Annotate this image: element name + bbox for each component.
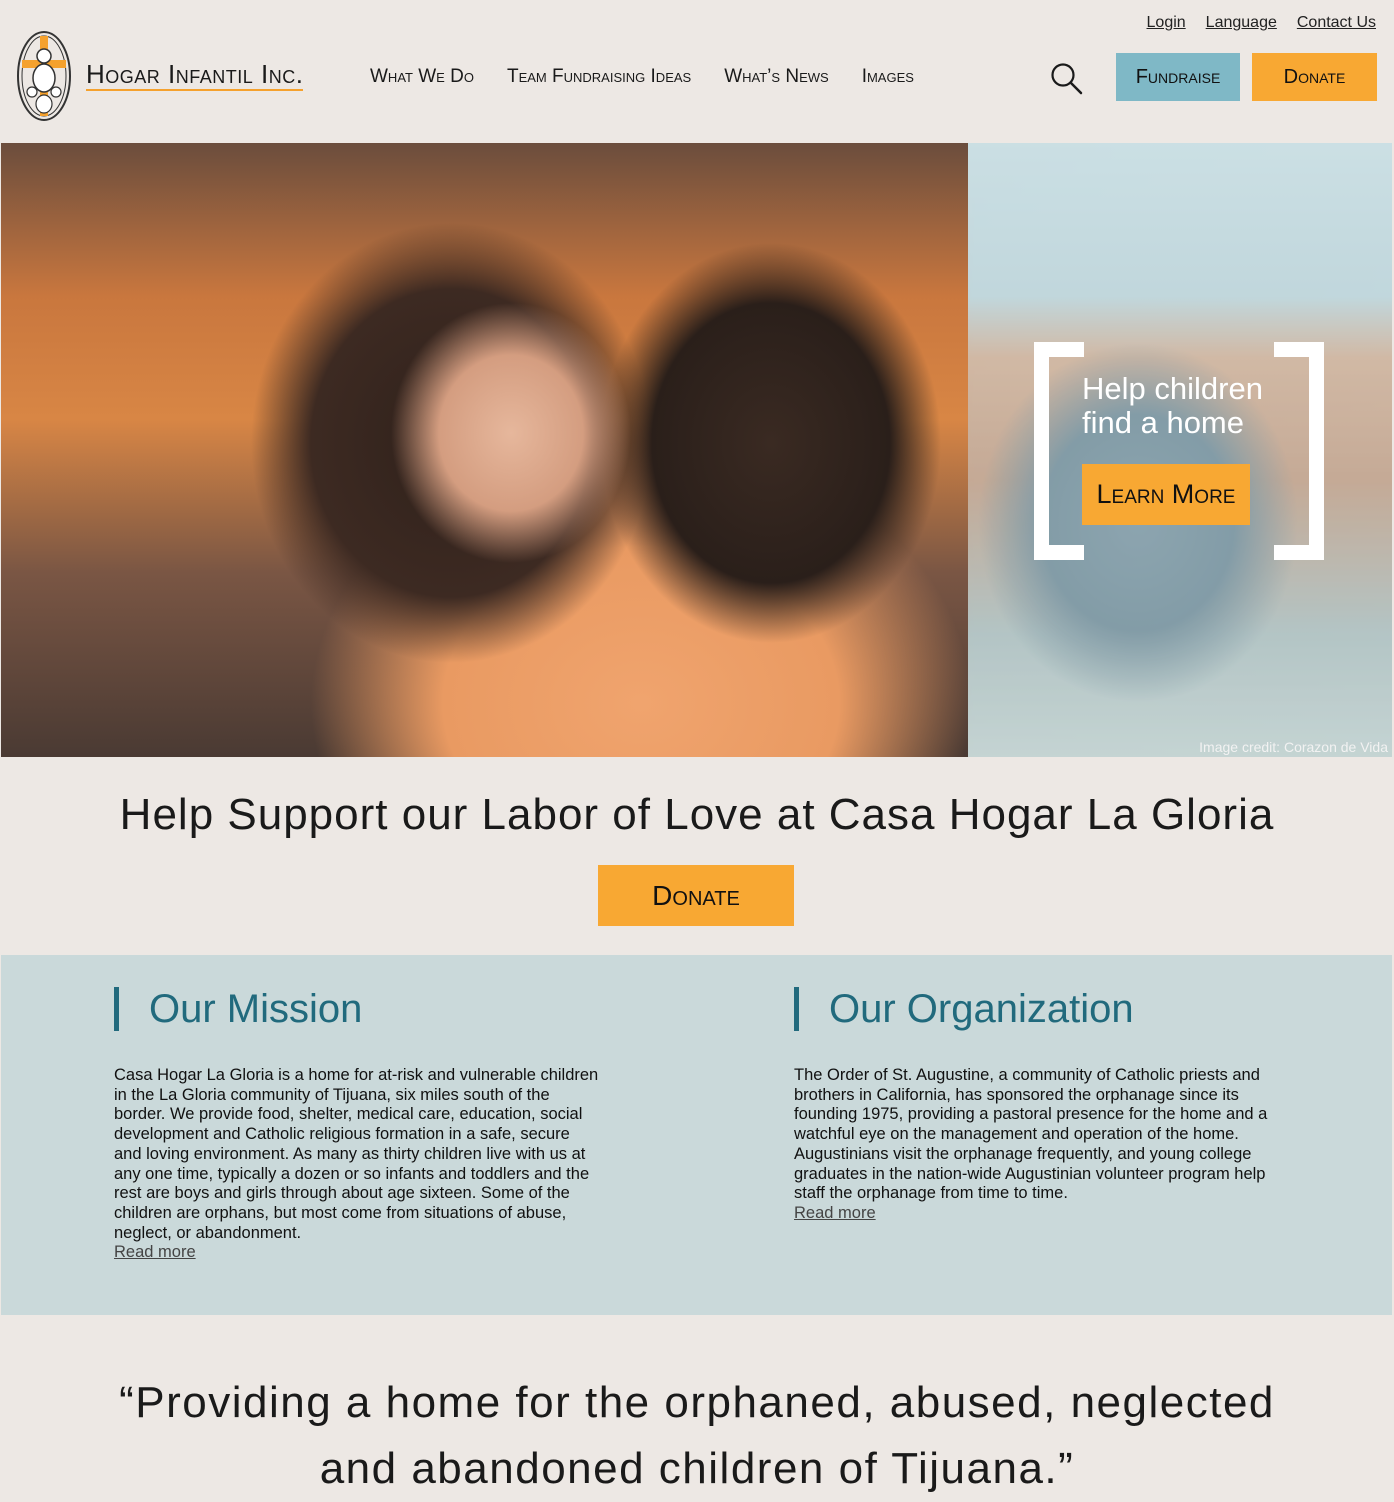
mission-heading: Our Mission (114, 987, 362, 1031)
nav-item-team-fundraising-ideas[interactable]: Team Fundraising Ideas (507, 66, 691, 88)
donate-button-header[interactable]: Donate (1252, 53, 1377, 101)
nav-item-images[interactable]: Images (862, 66, 914, 88)
support-title: Help Support our Labor of Love at Casa H… (119, 790, 1275, 839)
learn-more-button[interactable]: Learn More (1082, 464, 1250, 525)
organization-read-more-link[interactable]: Read more (794, 1204, 1279, 1224)
hero-heading-line1: Help children (1082, 371, 1263, 406)
logo-emblem-icon (17, 31, 71, 121)
donate-button-main[interactable]: Donate (598, 865, 794, 926)
search-icon[interactable] (1050, 62, 1084, 96)
hero-photo (1, 143, 968, 757)
fundraise-button[interactable]: Fundraise (1116, 53, 1240, 101)
mission-text: Casa Hogar La Gloria is a home for at-ri… (114, 1066, 599, 1263)
organization-heading: Our Organization (794, 987, 1134, 1031)
logo[interactable]: Hogar Infantil Inc. (16, 30, 304, 122)
hero-heading-line2: find a home (1082, 405, 1244, 440)
hero-banner: Image credit: Corazon de Vida (1, 143, 1392, 757)
quote-line1: “Providing a home for the orphaned, abus… (119, 1378, 1275, 1427)
contact-us-link[interactable]: Contact Us (1297, 14, 1376, 32)
info-band: Our Mission Casa Hogar La Gloria is a ho… (1, 955, 1392, 1315)
hero-heading: Help children find a home (1082, 372, 1302, 440)
logo-text: Hogar Infantil Inc. (86, 59, 304, 91)
language-link[interactable]: Language (1206, 14, 1277, 32)
nav-item-what-we-do[interactable]: What We Do (370, 66, 474, 88)
organization-body: The Order of St. Augustine, a community … (794, 1066, 1268, 1203)
login-link[interactable]: Login (1147, 14, 1186, 32)
image-credit: Image credit: Corazon de Vida (1199, 739, 1388, 755)
organization-text: The Order of St. Augustine, a community … (794, 1066, 1279, 1224)
nav-item-whats-news[interactable]: What’s News (724, 66, 828, 88)
utility-nav: Login Language Contact Us (1147, 14, 1376, 32)
bracket-left (1034, 342, 1084, 560)
mission-read-more-link[interactable]: Read more (114, 1243, 599, 1263)
quote: “Providing a home for the orphaned, abus… (0, 1370, 1394, 1502)
site-header: Login Language Contact Us Hogar Infantil… (0, 0, 1394, 143)
mission-body: Casa Hogar La Gloria is a home for at-ri… (114, 1066, 599, 1242)
main-nav: What We Do Team Fundraising Ideas What’s… (370, 66, 914, 88)
quote-line2: and abandoned children of Tijuana.” (319, 1444, 1075, 1493)
hero-overlay (968, 143, 1392, 757)
